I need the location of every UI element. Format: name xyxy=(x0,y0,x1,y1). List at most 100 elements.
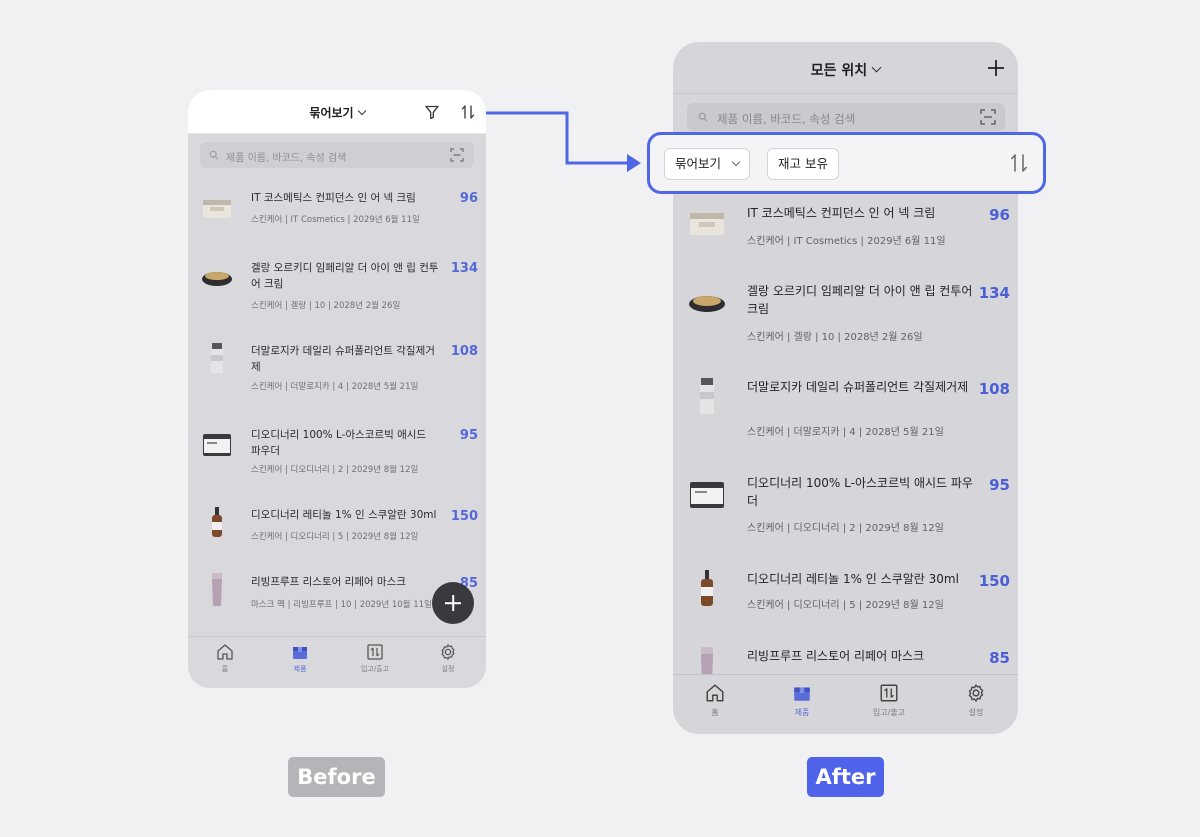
stock-quantity: 150 xyxy=(450,509,478,524)
product-thumbnail xyxy=(203,200,231,218)
product-name: 디오디너리 레티놀 1% 인 스쿠알란 30ml xyxy=(251,509,437,521)
sort-icon[interactable] xyxy=(460,104,476,120)
location-dropdown[interactable]: 모든 위치 xyxy=(673,60,1018,80)
tab-products[interactable]: 제품 xyxy=(772,683,832,718)
header-title: 묶어보기 xyxy=(309,106,354,120)
chevron-down-icon xyxy=(357,106,366,116)
filter-icon[interactable] xyxy=(424,104,440,120)
product-name: IT 코스메틱스 컨피던스 인 어 넥 크림 xyxy=(747,206,936,220)
before-label: Before xyxy=(288,757,385,797)
stock-quantity: 95 xyxy=(459,428,478,443)
tab-label: 입고/출고 xyxy=(360,665,390,673)
tab-products[interactable]: 제품 xyxy=(270,643,330,674)
header-bar: 모든 위치 xyxy=(673,42,1018,94)
plus-icon[interactable] xyxy=(986,58,1006,78)
product-thumbnail xyxy=(212,507,222,537)
product-thumbnail xyxy=(689,296,725,312)
product-meta: 스킨케어 | 디오디너리 | 5 | 2029년 8월 12일 xyxy=(747,600,944,611)
product-thumbnail xyxy=(701,570,713,606)
product-meta: 스킨케어 | 디오디너리 | 2 | 2029년 8월 12일 xyxy=(747,523,944,534)
search-icon xyxy=(209,150,219,160)
search-input[interactable]: 제품 이름, 바코드, 속성 검색 xyxy=(687,103,1005,131)
home-icon xyxy=(706,684,724,702)
search-icon xyxy=(698,112,708,122)
product-meta: 스킨케어 | 더말로지카 | 4 | 2028년 5월 21일 xyxy=(747,427,944,438)
tab-home[interactable]: 홈 xyxy=(685,683,745,718)
product-name: 디오디너리 100% L-아스코르빅 애시드 파우더 xyxy=(251,429,427,457)
product-box-icon xyxy=(293,647,307,659)
tab-label: 설정 xyxy=(968,708,984,717)
product-thumbnail xyxy=(203,434,231,456)
stock-quantity: 96 xyxy=(989,206,1010,224)
tab-settings[interactable]: 설정 xyxy=(946,683,1006,718)
add-product-button[interactable] xyxy=(432,582,474,624)
product-meta: 스킨케어 | 겔랑 | 10 | 2028년 2월 26일 xyxy=(251,301,401,311)
in-stock-chip[interactable]: 재고 보유 xyxy=(767,148,839,180)
product-meta: 스킨케어 | 디오디너리 | 5 | 2029년 8월 12일 xyxy=(251,532,419,542)
product-name: 리빙프루프 리스토어 리페어 마스크 xyxy=(251,576,406,588)
product-name: 겔랑 오르키디 임페리알 더 아이 앤 립 컨투어 크림 xyxy=(251,262,439,290)
scan-icon[interactable] xyxy=(980,109,996,125)
product-meta: 마스크 팩 | 리빙프루프 | 10 | 2029년 10월 11일 xyxy=(251,600,432,610)
before-phone-screen: 묶어보기 제품 이름, 바코드, 속성 검색 IT 코스메틱스 컨피던스 인 어… xyxy=(188,90,486,688)
product-name: 더말로지카 데일리 슈퍼폴리언트 각질제거제 xyxy=(747,380,969,394)
home-icon xyxy=(217,644,233,660)
product-name: 리빙프루프 리스토어 리페어 마스크 xyxy=(747,649,925,663)
after-label: After xyxy=(807,757,884,797)
product-thumbnail xyxy=(212,573,222,606)
filter-bar-highlight: 묶어보기 재고 보유 xyxy=(647,132,1046,194)
stock-quantity: 108 xyxy=(978,380,1010,398)
product-name: IT 코스메틱스 컨피던스 인 어 넥 크림 xyxy=(251,192,416,204)
group-view-dropdown[interactable]: 묶어보기 xyxy=(188,104,486,121)
product-name: 더말로지카 데일리 슈퍼폴리언트 각질제거제 xyxy=(251,345,435,373)
product-name: 디오디너리 레티놀 1% 인 스쿠알란 30ml xyxy=(747,572,959,586)
tab-inout[interactable]: 입고/출고 xyxy=(345,643,405,674)
tab-settings[interactable]: 설정 xyxy=(418,643,478,674)
inout-icon xyxy=(367,644,383,660)
stock-quantity: 134 xyxy=(978,284,1010,302)
group-view-chip[interactable]: 묶어보기 xyxy=(664,148,751,180)
chevron-down-icon xyxy=(731,157,741,167)
search-input[interactable]: 제품 이름, 바코드, 속성 검색 xyxy=(200,142,474,168)
product-thumbnail xyxy=(700,378,714,414)
connector-arrow xyxy=(486,111,641,172)
inout-icon xyxy=(880,684,898,702)
stock-quantity: 95 xyxy=(989,476,1010,494)
chip-label: 재고 보유 xyxy=(778,156,828,171)
tab-label: 홈 xyxy=(711,708,719,717)
product-meta: 스킨케어 | IT Cosmetics | 2029년 6월 11일 xyxy=(747,236,946,247)
stock-quantity: 134 xyxy=(450,261,478,276)
product-name: 디오디너리 100% L-아스코르빅 애시드 파우더 xyxy=(747,476,973,508)
tab-label: 제품 xyxy=(293,665,307,673)
settings-icon xyxy=(441,644,455,660)
header-bar: 묶어보기 xyxy=(188,90,486,134)
sort-icon[interactable] xyxy=(1008,152,1030,174)
tab-inout[interactable]: 입고/출고 xyxy=(859,683,919,718)
stock-quantity: 85 xyxy=(989,649,1010,667)
tab-label: 입고/출고 xyxy=(872,708,906,717)
product-thumbnail xyxy=(211,343,223,373)
tab-home[interactable]: 홈 xyxy=(195,643,255,674)
product-meta: 스킨케어 | 더말로지카 | 4 | 2028년 5월 21일 xyxy=(251,382,419,392)
product-meta: 스킨케어 | 디오디너리 | 2 | 2029년 8월 12일 xyxy=(251,465,419,475)
product-thumbnail xyxy=(690,482,724,508)
chip-label: 묶어보기 xyxy=(675,156,722,171)
stock-quantity: 96 xyxy=(459,191,478,206)
tab-label: 제품 xyxy=(794,708,810,717)
bottom-tab-bar: 홈 제품 입고/출고 설정 xyxy=(188,636,486,688)
header-title: 모든 위치 xyxy=(810,63,868,79)
scan-icon[interactable] xyxy=(450,148,464,162)
product-thumbnail xyxy=(690,213,724,235)
search-placeholder: 제품 이름, 바코드, 속성 검색 xyxy=(717,112,856,126)
product-meta: 스킨케어 | IT Cosmetics | 2029년 6월 11일 xyxy=(251,215,420,225)
stock-quantity: 108 xyxy=(450,344,478,359)
tab-label: 홈 xyxy=(221,665,229,673)
tab-label: 설정 xyxy=(441,665,455,673)
bottom-tab-bar: 홈 제품 입고/출고 설정 xyxy=(673,674,1018,734)
settings-icon xyxy=(968,684,984,702)
search-placeholder: 제품 이름, 바코드, 속성 검색 xyxy=(226,153,347,164)
product-name: 겔랑 오르키디 임페리알 더 아이 앤 립 컨투어 크림 xyxy=(747,284,973,316)
product-box-icon xyxy=(794,687,810,701)
product-meta: 스킨케어 | 겔랑 | 10 | 2028년 2월 26일 xyxy=(747,332,923,343)
product-thumbnail xyxy=(202,272,232,286)
